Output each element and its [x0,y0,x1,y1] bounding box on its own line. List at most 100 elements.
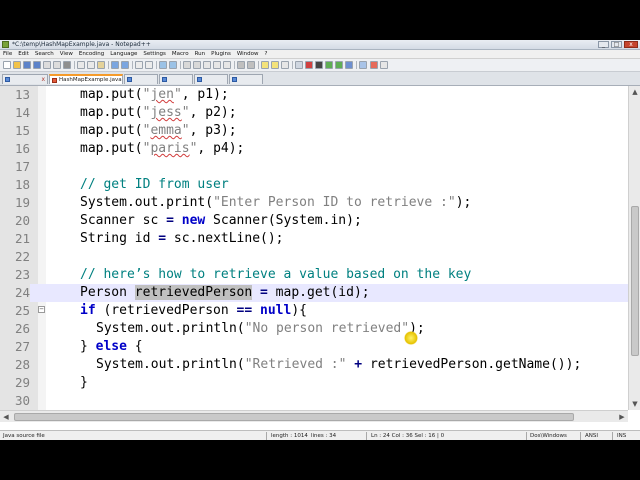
code-line[interactable]: 26 System.out.println("No person retrieve… [0,320,628,338]
save-macro-icon[interactable] [345,61,353,69]
line-number: 17 [14,159,30,174]
cut-icon[interactable] [77,61,85,69]
scroll-up-icon[interactable]: ▲ [629,86,640,98]
code-line[interactable]: 29} [0,374,628,392]
fold-toggle-icon[interactable]: − [38,306,45,313]
zoom-out-icon[interactable] [169,61,177,69]
scroll-right-icon[interactable]: ▶ [616,411,628,422]
paste-icon[interactable] [97,61,105,69]
user-language-icon[interactable] [237,61,245,69]
indent-guide-icon[interactable] [223,61,231,69]
code-line[interactable]: 21 String id = sc.nextLine(); [0,230,628,248]
toolbar-separator [234,61,235,69]
status-separator [580,432,581,440]
tab-hashmapexample[interactable]: HashMapExample.java [49,74,123,84]
horizontal-scroll-thumb[interactable] [14,413,574,421]
sync-horizontal-icon[interactable] [193,61,201,69]
sync-vertical-icon[interactable] [183,61,191,69]
code-line[interactable]: 18 // get ID from user [0,176,628,194]
open-file-icon[interactable] [13,61,21,69]
close-all-icon[interactable] [53,61,61,69]
spell-check-icon[interactable] [370,61,378,69]
run-macro-multiple-icon[interactable] [335,61,343,69]
toolbar-separator [292,61,293,69]
code-line[interactable]: 23 // here’s how to retrieve a value base… [0,266,628,284]
menu-language[interactable]: Language [107,50,140,58]
code-line[interactable]: 20 Scanner sc = new Scanner(System.in); [0,212,628,230]
menu-file[interactable]: File [0,50,15,58]
tab-file-1[interactable]: x [2,74,48,84]
play-macro-icon[interactable] [325,61,333,69]
tab-close-icon[interactable]: x [41,75,45,84]
copy-icon[interactable] [87,61,95,69]
record-macro-icon[interactable] [305,61,313,69]
redo-icon[interactable] [121,61,129,69]
menu-edit[interactable]: Edit [15,50,32,58]
menu-view[interactable]: View [57,50,76,58]
menu-encoding[interactable]: Encoding [76,50,107,58]
tab-file-6[interactable] [229,74,263,84]
code-line[interactable]: 19 System.out.print("Enter Person ID to r… [0,194,628,212]
code-editor[interactable]: 13 map.put("jen", p1); 14 map.put("jess", p… [0,86,640,422]
menu-settings[interactable]: Settings [140,50,169,58]
word-wrap-icon[interactable] [203,61,211,69]
tab-file-3[interactable] [124,74,158,84]
menu-run[interactable]: Run [192,50,209,58]
menu-plugins[interactable]: Plugins [208,50,234,58]
show-all-chars-icon[interactable] [213,61,221,69]
code-text: map.put("paris", p4); [80,141,245,156]
code-text: map.put("emma", p3); [80,123,237,138]
menu-search[interactable]: Search [32,50,57,58]
horizontal-scrollbar[interactable]: ◀ ▶ [0,410,628,422]
code-line[interactable]: 13 map.put("jen", p1); [0,86,628,104]
print-icon[interactable] [63,61,71,69]
code-line[interactable]: 30 [0,392,628,410]
scroll-down-icon[interactable]: ▼ [629,398,640,410]
undo-icon[interactable] [111,61,119,69]
menu-macro[interactable]: Macro [169,50,192,58]
title-bar: *C:\temp\HashMapExample.java - Notepad++… [0,40,640,50]
menu-help[interactable]: ? [262,50,271,58]
plugin-icon[interactable] [359,61,367,69]
code-line[interactable]: 28 System.out.println("Retrieved :" + ret… [0,356,628,374]
save-all-icon[interactable] [33,61,41,69]
code-line[interactable]: 15 map.put("emma", p3); [0,122,628,140]
zoom-in-icon[interactable] [159,61,167,69]
code-line[interactable]: 14 map.put("jess", p2); [0,104,628,122]
tab-file-4[interactable] [159,74,193,84]
file-icon [197,77,202,82]
tab-file-5[interactable] [194,74,228,84]
code-line[interactable]: 22 [0,248,628,266]
code-line[interactable]: 25 − if (retrievedPerson == null){ [0,302,628,320]
replace-icon[interactable] [145,61,153,69]
find-icon[interactable] [135,61,143,69]
minimize-button[interactable]: _ [598,41,609,48]
code-line[interactable]: 27} else { [0,338,628,356]
toolbar-separator [180,61,181,69]
macro-start-icon[interactable] [295,61,303,69]
doc-map-icon[interactable] [247,61,255,69]
function-list-icon[interactable] [261,61,269,69]
scroll-left-icon[interactable]: ◀ [0,411,12,422]
save-icon[interactable] [23,61,31,69]
code-text: System.out.println("No person retrieved"… [96,321,425,336]
code-line[interactable]: 17 [0,158,628,176]
close-file-icon[interactable] [43,61,51,69]
code-text: String id = sc.nextLine(); [80,231,284,246]
folder-workspace-icon[interactable] [271,61,279,69]
maximize-button[interactable]: □ [611,41,622,48]
plugin-extra-icon[interactable] [380,61,388,69]
line-number: 25 [14,303,30,318]
code-line[interactable]: 16 map.put("paris", p4); [0,140,628,158]
menu-bar: File Edit Search View Encoding Language … [0,50,640,59]
monitoring-icon[interactable] [281,61,289,69]
code-text: // here’s how to retrieve a value based … [80,267,472,282]
new-file-icon[interactable] [3,61,11,69]
code-line[interactable]: 24 Person retrievedPerson = map.get(id); [0,284,628,302]
stop-macro-icon[interactable] [315,61,323,69]
menu-window[interactable]: Window [234,50,262,58]
vertical-scrollbar[interactable]: ▲ ▼ [628,86,640,410]
vertical-scroll-thumb[interactable] [631,206,639,356]
file-icon [5,77,10,82]
close-button[interactable]: x [624,41,638,48]
